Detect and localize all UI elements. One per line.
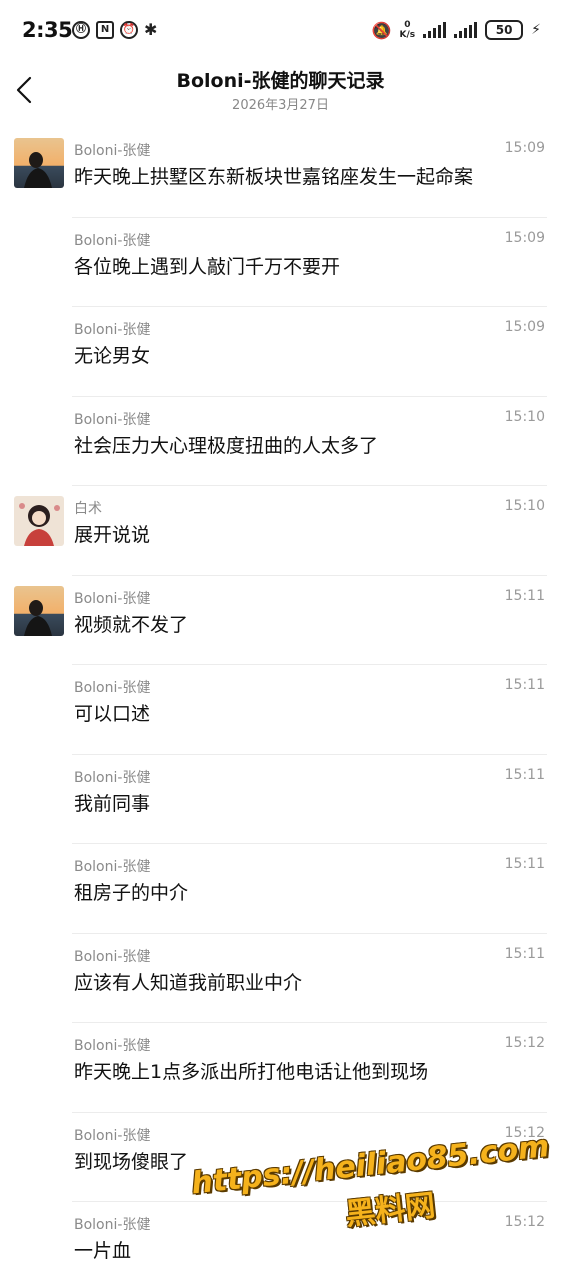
message-time: 15:12	[504, 1035, 545, 1051]
message-time: 15:12	[504, 1214, 545, 1230]
sender-name: Boloni-张健	[74, 1127, 151, 1144]
message-item[interactable]: Boloni-张健 15:09 各位晚上遇到人敲门千万不要开	[0, 218, 561, 307]
message-text: 社会压力大心理极度扭曲的人太多了	[74, 434, 379, 457]
hd-icon: Ⓗ	[72, 20, 90, 39]
sender-name: Boloni-张健	[74, 411, 151, 428]
message-text: 到现场傻眼了	[74, 1150, 189, 1173]
message-item[interactable]: Boloni-张健 15:11 可以口述	[0, 665, 561, 755]
message-text: 可以口述	[74, 703, 151, 725]
message-item[interactable]: 白术 15:10 展开说说	[0, 486, 561, 576]
bluetooth-icon: ✱	[144, 20, 158, 39]
alarm-icon: ⏰	[120, 20, 138, 39]
status-bar: 2:35 Ⓗ N ⏰ ✱ 🔕 0 K/s 50 ⚡	[0, 0, 561, 62]
message-item[interactable]: Boloni-张健 15:11 租房子的中介	[0, 844, 561, 934]
message-item[interactable]: Boloni-张健 15:09 昨天晚上拱墅区东新板块世嘉铭座发生一起命案	[0, 128, 561, 218]
message-time: 15:12	[504, 1124, 545, 1141]
message-text: 租房子的中介	[74, 882, 189, 904]
message-text: 无论男女	[74, 345, 151, 367]
message-time: 15:11	[504, 945, 545, 962]
message-time: 15:10	[504, 498, 545, 514]
mute-icon: 🔕	[371, 20, 392, 40]
signal-icon-2	[454, 22, 478, 38]
sender-name: 白术	[74, 501, 102, 517]
nfc-icon: N	[96, 20, 114, 39]
message-text: 应该有人知道我前职业中介	[74, 971, 303, 994]
status-icons-right: 🔕 0 K/s 50 ⚡	[372, 20, 541, 40]
sender-name: Boloni-张健	[74, 232, 151, 249]
message-time: 15:09	[504, 140, 545, 156]
message-text: 视频就不发了	[74, 613, 189, 636]
message-text: 展开说说	[74, 524, 151, 546]
chat-header: Boloni-张健的聊天记录 2026年3月27日	[0, 62, 561, 124]
message-time: 15:09	[504, 319, 545, 335]
page-title: Boloni-张健的聊天记录	[176, 70, 385, 92]
charging-icon: ⚡	[531, 22, 541, 38]
message-item[interactable]: Boloni-张健 15:11 我前同事	[0, 755, 561, 844]
sender-name: Boloni-张健	[74, 322, 151, 338]
message-item[interactable]: Boloni-张健 15:12 一片血	[0, 1202, 561, 1280]
message-time: 15:11	[504, 766, 545, 783]
signal-icon	[423, 22, 447, 38]
message-time: 15:11	[504, 587, 545, 604]
message-text: 我前同事	[74, 792, 151, 815]
message-item[interactable]: Boloni-张健 15:11 应该有人知道我前职业中介	[0, 934, 561, 1023]
avatar[interactable]	[14, 138, 64, 188]
status-time: 2:35	[22, 18, 73, 42]
sender-name: Boloni-张健	[74, 680, 151, 696]
message-time: 15:11	[504, 856, 545, 872]
net-speed-unit: K/s	[399, 30, 416, 40]
message-item[interactable]: Boloni-张健 15:12 昨天晚上1点多派出所打他电话让他到现场	[0, 1023, 561, 1113]
message-text: 昨天晚上1点多派出所打他电话让他到现场	[74, 1061, 429, 1083]
page-date: 2026年3月27日	[232, 98, 329, 113]
message-text: 一片血	[74, 1240, 132, 1262]
avatar[interactable]	[14, 585, 64, 636]
message-time: 15:11	[504, 677, 545, 693]
net-speed-value: 0	[404, 20, 411, 30]
message-item[interactable]: Boloni-张健 15:09 无论男女	[0, 307, 561, 397]
battery-icon: 50	[485, 20, 524, 40]
message-time: 15:09	[504, 229, 545, 246]
status-icons-left: Ⓗ N ⏰ ✱	[72, 20, 157, 39]
message-time: 15:10	[504, 408, 545, 425]
message-text: 昨天晚上拱墅区东新板块世嘉铭座发生一起命案	[74, 166, 474, 188]
sender-name: Boloni-张健	[74, 143, 151, 159]
sender-name: Boloni-张健	[74, 1038, 151, 1054]
message-item[interactable]: Boloni-张健 15:12 到现场傻眼了	[0, 1113, 561, 1202]
sender-name: Boloni-张健	[74, 1217, 151, 1233]
avatar[interactable]	[14, 496, 64, 546]
sender-name: Boloni-张健	[74, 948, 151, 965]
sender-name: Boloni-张健	[74, 590, 151, 607]
sender-name: Boloni-张健	[74, 859, 151, 875]
sender-name: Boloni-张健	[74, 769, 151, 786]
net-speed: 0 K/s	[400, 20, 416, 40]
message-item[interactable]: Boloni-张健 15:10 社会压力大心理极度扭曲的人太多了	[0, 397, 561, 486]
message-item[interactable]: Boloni-张健 15:11 视频就不发了	[0, 576, 561, 665]
message-list: Boloni-张健 15:09 昨天晚上拱墅区东新板块世嘉铭座发生一起命案 Bo…	[0, 128, 561, 1280]
message-text: 各位晚上遇到人敲门千万不要开	[74, 255, 341, 278]
